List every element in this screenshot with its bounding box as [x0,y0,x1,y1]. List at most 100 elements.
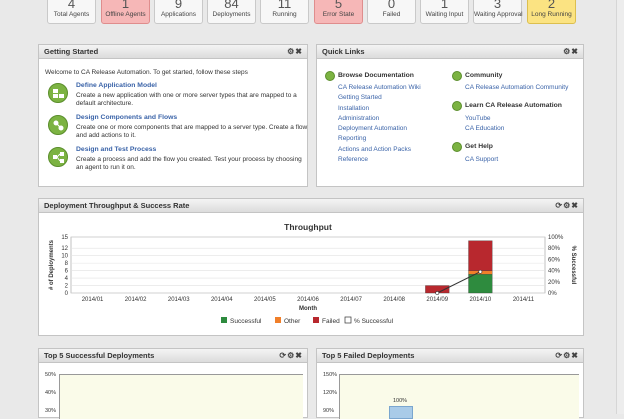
help-icon [452,142,462,152]
quick-links-help-heading: Get Help [465,143,493,150]
tile-waiting-input[interactable]: 1 Waiting Input [420,0,469,24]
line-point [435,291,440,295]
legend-label: Successful [230,318,262,325]
y2-tick-label: 40% [548,269,561,275]
x-axis-label: Month [299,306,317,312]
tile-label: Applications [160,11,197,18]
link-ca-education[interactable]: CA Education [465,125,504,132]
panel-controls: ⚙✖ [287,45,303,59]
learn-icon [452,101,462,111]
legend-label: % Successful [354,318,394,325]
link-ca-support[interactable]: CA Support [465,156,498,163]
tile-applications[interactable]: 9 Applications [154,0,203,24]
tile-total-agents[interactable]: 4 Total Agents [47,0,96,24]
gs-step-desc: Create one or more components that are m… [76,124,308,139]
gs-step-title[interactable]: Design Components and Flows [76,114,177,121]
gs-step-desc: Create a process and add the flow you cr… [76,156,302,171]
close-icon[interactable]: ✖ [295,47,303,56]
refresh-icon[interactable]: ⟳ [279,351,287,360]
quick-links-community-heading: Community [465,72,503,79]
tile-value: 1 [121,0,130,11]
link-community[interactable]: CA Release Automation Community [465,84,568,91]
panel-title: Getting Started [44,47,99,56]
tile-offline-agents[interactable]: 1 Offline Agents [101,0,150,24]
process-icon [48,147,68,167]
community-icon [452,71,462,81]
y-tick-label: 8 [65,261,69,267]
top5-failed-panel: Top 5 Failed Deployments ⟳⚙✖ 150% 120% 9… [316,348,584,419]
gs-step-title[interactable]: Design and Test Process [76,146,156,153]
tile-label: Total Agents [53,11,90,18]
y-tick: 40% [45,390,57,396]
y-tick-label: 0 [65,291,69,297]
y-tick: 150% [323,372,338,378]
line-point [478,269,483,274]
link-reference[interactable]: Reference [338,156,368,163]
getting-started-panel: Getting Started ⚙✖ Welcome to CA Release… [38,44,308,187]
tile-label: Long Running [531,11,572,18]
legend-swatch [221,317,227,323]
x-tick-label: 2014/06 [297,297,319,303]
tile-running[interactable]: 11 Running [260,0,309,24]
y2-tick-label: 20% [548,280,561,286]
legend-label: Failed [322,318,340,325]
y-tick-label: 2 [65,284,69,290]
refresh-icon[interactable]: ⟳ [555,201,563,210]
panel-controls: ⟳⚙✖ [279,349,303,363]
close-icon[interactable]: ✖ [571,201,579,210]
y-tick-label: 10 [61,254,68,260]
quick-links-browse-heading: Browse Documentation [338,72,414,79]
link-deployment-automation[interactable]: Deployment Automation [338,125,407,132]
chart-plot-area [59,374,303,419]
panel-title: Deployment Throughput & Success Rate [44,201,190,210]
panel-header: Getting Started ⚙✖ [39,45,307,59]
getting-started-intro: Welcome to CA Release Automation. To get… [45,69,248,76]
chart-title: Throughput [284,222,332,232]
close-icon[interactable]: ✖ [571,47,579,56]
panel-title: Quick Links [322,47,365,56]
gs-step-title[interactable]: Define Application Model [76,82,157,89]
tile-value: 5 [334,0,343,11]
gs-step-design-test-process[interactable]: Design and Test Process Create a process… [48,146,308,172]
y-tick-label: 12 [61,246,68,252]
tile-waiting-approval[interactable]: 3 Waiting Approval [473,0,523,24]
link-installation[interactable]: Installation [338,105,369,112]
legend-swatch [344,316,352,324]
link-youtube[interactable]: YouTube [465,115,491,122]
y-tick: 30% [45,408,57,414]
tile-value: 11 [277,0,292,11]
link-getting-started[interactable]: Getting Started [338,94,382,101]
tile-failed[interactable]: 0 Failed [367,0,416,24]
close-icon[interactable]: ✖ [571,351,579,360]
panel-header: Top 5 Failed Deployments ⟳⚙✖ [317,349,583,363]
y-tick-label: 15 [61,235,68,241]
link-wiki[interactable]: CA Release Automation Wiki [338,84,421,91]
x-tick-label: 2014/11 [513,297,535,303]
refresh-icon[interactable]: ⟳ [555,351,563,360]
x-tick-label: 2014/08 [383,297,405,303]
bar-data-label: 100% [393,398,408,404]
link-reporting[interactable]: Reporting [338,135,366,142]
gs-step-desc: Create a new application with one or mor… [76,92,297,107]
scrollbar[interactable] [616,0,624,414]
gs-step-define-application[interactable]: Define Application Model Create a new ap… [48,82,308,108]
quick-links-panel: Quick Links ⚙✖ Browse Documentation CA R… [316,44,584,187]
y-axis-label: # of Deployments [49,239,55,290]
throughput-panel: Deployment Throughput & Success Rate ⟳⚙✖… [38,198,584,336]
tile-error-state[interactable]: 5 Error State [314,0,363,24]
tile-deployments[interactable]: 84 Deployments [207,0,256,24]
gs-step-design-components[interactable]: Design Components and Flows Create one o… [48,114,308,140]
link-actions-packs[interactable]: Actions and Action Packs [338,146,411,153]
link-administration[interactable]: Administration [338,115,379,122]
y-tick-label: 6 [65,269,69,275]
tile-label: Offline Agents [105,11,146,18]
tile-value: 3 [493,0,502,11]
panel-controls: ⟳⚙✖ [555,199,579,213]
panel-header: Quick Links ⚙✖ [317,45,583,59]
tile-value: 9 [174,0,183,11]
tile-long-running[interactable]: 2 Long Running [527,0,576,24]
panel-header: Top 5 Successful Deployments ⟳⚙✖ [39,349,307,363]
close-icon[interactable]: ✖ [295,351,303,360]
tile-label: Failed [382,11,401,18]
x-tick-label: 2014/07 [340,297,362,303]
